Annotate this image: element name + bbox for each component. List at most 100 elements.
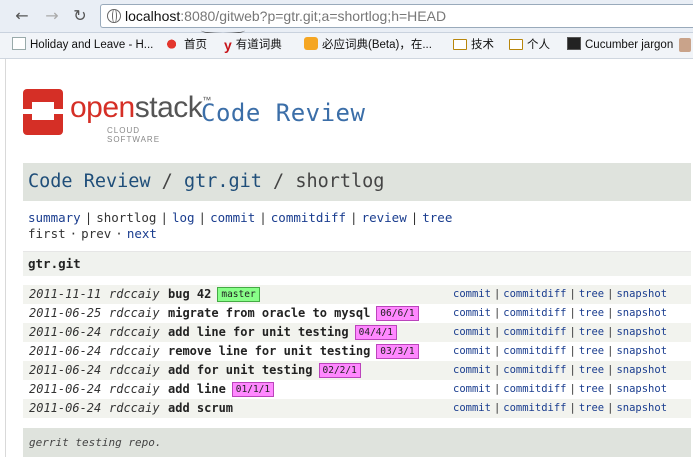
ref-badge[interactable]: 03/3/1 (376, 344, 419, 359)
commit-subject[interactable]: migrate from oracle to mysql (168, 306, 370, 320)
nav-review[interactable]: review (362, 210, 407, 225)
ref-badge[interactable]: 01/1/1 (231, 382, 275, 397)
project-link[interactable]: gtr.git (28, 256, 81, 271)
bookmark-folder-personal[interactable]: 个人 (509, 37, 550, 54)
row-link-snapshot[interactable]: snapshot (616, 307, 667, 319)
project-description: gerrit testing repo. (29, 436, 162, 449)
bookmark-cucumber[interactable]: Cucumber jargon (567, 37, 673, 54)
url-text: localhost:8080/gitweb?p=gtr.git;a=shortl… (125, 8, 447, 24)
commit-age: 2011-11-11 (29, 287, 102, 301)
nav-prev: prev (81, 226, 112, 241)
row-link-commit[interactable]: commit (453, 345, 491, 357)
nav-tree[interactable]: tree (422, 210, 452, 225)
nav-log[interactable]: log (172, 210, 195, 225)
commit-subject[interactable]: bug 42 (168, 287, 211, 301)
row-link-snapshot[interactable]: snapshot (616, 402, 667, 414)
commit-age: 2011-06-25 (29, 306, 102, 320)
commit-subject[interactable]: add line (168, 382, 226, 396)
row-link-tree[interactable]: tree (579, 345, 604, 357)
breadcrumb-project[interactable]: gtr.git (184, 171, 262, 192)
breadcrumb-home[interactable]: Code Review (28, 171, 151, 192)
row-link-snapshot[interactable]: snapshot (616, 326, 667, 338)
nav-next[interactable]: next (127, 226, 157, 241)
commit-age: 2011-06-24 (29, 325, 102, 339)
table-row: 2011-11-11 rdccaiy bug 42 master commit | comm… (23, 285, 693, 304)
ref-badge[interactable]: 04/4/1 (354, 325, 397, 340)
commit-subject[interactable]: add scrum (168, 401, 233, 415)
row-link-tree[interactable]: tree (579, 288, 604, 300)
row-links: commit | commitdiff | tree | snapshot (453, 364, 668, 376)
row-link-commit[interactable]: commit (453, 402, 491, 414)
row-link-tree[interactable]: tree (579, 364, 604, 376)
ref-badge[interactable]: 06/6/1 (376, 306, 419, 321)
globe-icon (107, 9, 121, 23)
table-row: 2011-06-24 rdccaiy remove line for unit te… (23, 342, 693, 361)
row-link-commitdiff[interactable]: commitdiff (503, 345, 566, 357)
row-link-commit[interactable]: commit (453, 383, 491, 395)
back-arrow-icon[interactable]: ← (12, 6, 32, 26)
commit-author: rdccaiy (109, 401, 160, 415)
ref-badge[interactable]: master (217, 287, 260, 302)
commit-age: 2011-06-24 (29, 363, 102, 377)
bookmark-weibo[interactable]: 首页 (166, 37, 207, 54)
table-row: 2011-06-24 rdccaiy add line 01/1/1 commit | co… (23, 380, 693, 399)
commit-author: rdccaiy (109, 325, 160, 339)
commit-subject[interactable]: remove line for unit testing (168, 344, 370, 358)
row-link-commit[interactable]: commit (453, 364, 491, 376)
row-link-commitdiff[interactable]: commitdiff (503, 383, 566, 395)
commit-author: rdccaiy (109, 287, 160, 301)
row-link-commitdiff[interactable]: commitdiff (503, 288, 566, 300)
bookmark-bing[interactable]: 必应词典(Beta)，在... (304, 37, 432, 54)
row-link-tree[interactable]: tree (579, 307, 604, 319)
bookmarks-bar: Holiday and Leave - H... 首页 y 有道词典 必应词典(B… (0, 33, 693, 59)
ref-badge[interactable]: 02/2/1 (318, 363, 361, 378)
row-link-commit[interactable]: commit (453, 288, 491, 300)
commit-age: 2011-06-24 (29, 344, 102, 358)
commit-subject[interactable]: add line for unit testing (168, 325, 349, 339)
address-bar[interactable]: localhost:8080/gitweb?p=gtr.git;a=shortl… (100, 4, 693, 28)
commit-age: 2011-06-24 (29, 401, 102, 415)
forward-arrow-icon[interactable]: → (42, 6, 62, 26)
page-icon (567, 37, 581, 50)
nav-first: first (28, 226, 66, 241)
bookmark-holiday[interactable]: Holiday and Leave - H... (12, 37, 153, 54)
commit-age: 2011-06-24 (29, 382, 102, 396)
row-link-tree[interactable]: tree (579, 402, 604, 414)
row-link-commit[interactable]: commit (453, 326, 491, 338)
page-nav: summary | shortlog | log | commit | commitdiff | r… (28, 210, 453, 241)
row-links: commit | commitdiff | tree | snapshot (453, 307, 668, 319)
folder-icon (453, 39, 467, 50)
commit-subject[interactable]: add for unit testing (168, 363, 313, 377)
bookmark-folder-tech[interactable]: 技术 (453, 37, 494, 54)
project-header: gtr.git (23, 251, 693, 276)
row-link-commitdiff[interactable]: commitdiff (503, 307, 566, 319)
nav-commitdiff[interactable]: commitdiff (271, 210, 346, 225)
page-icon (12, 37, 26, 50)
row-link-commitdiff[interactable]: commitdiff (503, 402, 566, 414)
commit-author: rdccaiy (109, 306, 160, 320)
row-links: commit | commitdiff | tree | snapshot (453, 326, 668, 338)
avatar-icon (679, 38, 691, 52)
row-link-commitdiff[interactable]: commitdiff (503, 326, 566, 338)
row-link-tree[interactable]: tree (579, 383, 604, 395)
openstack-logo[interactable]: openstack™ CLOUD SOFTWARE (21, 81, 211, 144)
row-link-snapshot[interactable]: snapshot (616, 345, 667, 357)
bookmark-youdao[interactable]: y 有道词典 (224, 37, 282, 54)
nav-shortlog: shortlog (96, 210, 157, 225)
row-link-commitdiff[interactable]: commitdiff (503, 364, 566, 376)
row-link-snapshot[interactable]: snapshot (616, 364, 667, 376)
row-link-snapshot[interactable]: snapshot (616, 288, 667, 300)
nav-summary[interactable]: summary (28, 210, 81, 225)
nav-commit[interactable]: commit (210, 210, 255, 225)
row-links: commit | commitdiff | tree | snapshot (453, 288, 668, 300)
reload-icon[interactable]: ↻ (70, 6, 90, 26)
row-link-tree[interactable]: tree (579, 326, 604, 338)
commit-author: rdccaiy (109, 344, 160, 358)
row-link-snapshot[interactable]: snapshot (616, 383, 667, 395)
weibo-icon (166, 37, 180, 50)
row-link-commit[interactable]: commit (453, 307, 491, 319)
page-footer: gerrit testing repo. (23, 428, 693, 457)
row-links: commit | commitdiff | tree | snapshot (453, 402, 668, 414)
bing-icon (304, 37, 318, 50)
breadcrumb-action: shortlog (295, 171, 385, 192)
